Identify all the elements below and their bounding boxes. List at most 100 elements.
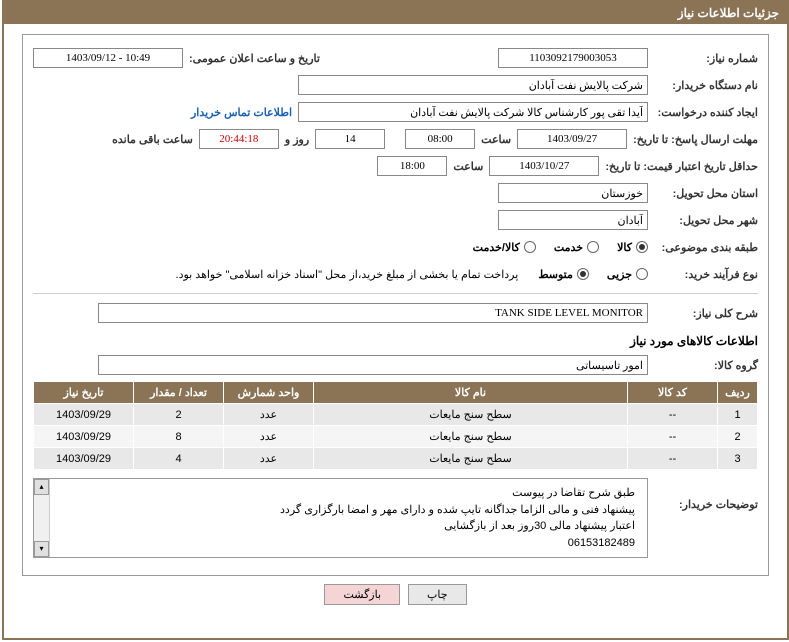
radio-goods[interactable]: کالا xyxy=(617,241,648,254)
form-box: شماره نیاز: تاریخ و ساعت اعلان عمومی: نا… xyxy=(22,34,769,576)
contact-link[interactable]: اطلاعات تماس خریدار xyxy=(191,106,298,119)
table-cell: 2 xyxy=(718,426,758,448)
table-cell: 1403/09/29 xyxy=(34,426,134,448)
content-area: AriaTender .net شماره نیاز: تاریخ و ساعت… xyxy=(4,24,787,615)
th-code: کد کالا xyxy=(628,382,718,404)
table-cell: -- xyxy=(628,404,718,426)
radio-dot-icon xyxy=(577,268,589,280)
goods-table: ردیف کد کالا نام کالا واحد شمارش تعداد /… xyxy=(33,381,758,470)
panel-header: جزئیات اطلاعات نیاز xyxy=(4,2,787,24)
row-province: استان محل تحویل: xyxy=(33,182,758,204)
buyer-org-input[interactable] xyxy=(298,75,648,95)
scroll-up-icon[interactable]: ▴ xyxy=(34,479,49,495)
scroll-track[interactable] xyxy=(34,495,49,541)
city-input[interactable] xyxy=(498,210,648,230)
table-cell: عدد xyxy=(224,426,314,448)
time-label-2: ساعت xyxy=(447,160,489,173)
radio-dot-icon xyxy=(636,241,648,253)
table-cell: 3 xyxy=(718,448,758,470)
radio-medium[interactable]: متوسط xyxy=(538,268,589,281)
table-cell: سطح سنج مایعات xyxy=(314,426,628,448)
row-goods-group: گروه کالا: xyxy=(33,354,758,376)
goods-group-input[interactable] xyxy=(98,355,648,375)
radio-dot-icon xyxy=(524,241,536,253)
validity-label: حداقل تاریخ اعتبار قیمت: تا تاریخ: xyxy=(599,160,758,173)
days-label: روز و xyxy=(279,133,315,146)
main-frame: جزئیات اطلاعات نیاز AriaTender .net شمار… xyxy=(2,0,789,640)
validity-time-input[interactable] xyxy=(377,156,447,176)
purchase-type-label: نوع فرآیند خرید: xyxy=(648,268,758,281)
province-input[interactable] xyxy=(498,183,648,203)
table-cell: 8 xyxy=(134,426,224,448)
th-date: تاریخ نیاز xyxy=(34,382,134,404)
time-label-1: ساعت xyxy=(475,133,517,146)
th-row: ردیف xyxy=(718,382,758,404)
scroll-down-icon[interactable]: ▾ xyxy=(34,541,49,557)
radio-dot-icon xyxy=(636,268,648,280)
table-row: 3--سطح سنج مایعاتعدد41403/09/29 xyxy=(34,448,758,470)
desc-input[interactable] xyxy=(98,303,648,323)
table-header-row: ردیف کد کالا نام کالا واحد شمارش تعداد /… xyxy=(34,382,758,404)
row-deadline: مهلت ارسال پاسخ: تا تاریخ: ساعت روز و سا… xyxy=(33,128,758,150)
announce-input[interactable] xyxy=(33,48,183,68)
need-no-label: شماره نیاز: xyxy=(648,52,758,65)
radio-goods-service[interactable]: کالا/خدمت xyxy=(473,241,536,254)
need-no-input[interactable] xyxy=(498,48,648,68)
deadline-label: مهلت ارسال پاسخ: تا تاریخ: xyxy=(627,133,758,146)
table-cell: -- xyxy=(628,426,718,448)
row-purchase-type: نوع فرآیند خرید: جزیی متوسط پرداخت تمام … xyxy=(33,263,758,285)
purchase-type-radio-group: جزیی متوسط xyxy=(538,268,648,281)
note-line: اعتبار پیشنهاد مالی 30روز بعد از بازگشای… xyxy=(60,518,635,535)
row-notes: توضیحات خریدار: ▴ ▾ طبق شرح تقاضا در پیو… xyxy=(33,478,758,558)
table-cell: -- xyxy=(628,448,718,470)
radio-service[interactable]: خدمت xyxy=(554,241,599,254)
goods-section-title: اطلاعات کالاهای مورد نیاز xyxy=(33,334,758,348)
table-cell: سطح سنج مایعات xyxy=(314,448,628,470)
print-button[interactable]: چاپ xyxy=(408,584,467,605)
table-cell: عدد xyxy=(224,448,314,470)
row-category: طبقه بندی موضوعی: کالا خدمت کالا/خدمت xyxy=(33,236,758,258)
category-radio-group: کالا خدمت کالا/خدمت xyxy=(473,241,648,254)
goods-group-label: گروه کالا: xyxy=(648,359,758,372)
button-row: چاپ بازگشت xyxy=(22,584,769,605)
table-cell: عدد xyxy=(224,404,314,426)
deadline-time-input[interactable] xyxy=(405,129,475,149)
row-requester: ایجاد کننده درخواست: اطلاعات تماس خریدار xyxy=(33,101,758,123)
table-cell: سطح سنج مایعات xyxy=(314,404,628,426)
table-row: 1--سطح سنج مایعاتعدد21403/09/29 xyxy=(34,404,758,426)
payment-note: پرداخت تمام یا بخشی از مبلغ خرید،از محل … xyxy=(176,268,519,281)
city-label: شهر محل تحویل: xyxy=(648,214,758,227)
note-line: 06153182489 xyxy=(60,535,635,552)
radio-small[interactable]: جزیی xyxy=(607,268,648,281)
days-input[interactable] xyxy=(315,129,385,149)
desc-label: شرح کلی نیاز: xyxy=(648,307,758,320)
requester-label: ایجاد کننده درخواست: xyxy=(648,106,758,119)
th-unit: واحد شمارش xyxy=(224,382,314,404)
th-name: نام کالا xyxy=(314,382,628,404)
validity-date-input[interactable] xyxy=(489,156,599,176)
radio-dot-icon xyxy=(587,241,599,253)
buyer-org-label: نام دستگاه خریدار: xyxy=(648,79,758,92)
panel-title: جزئیات اطلاعات نیاز xyxy=(678,6,779,20)
countdown-input xyxy=(199,129,279,149)
table-cell: 4 xyxy=(134,448,224,470)
th-qty: تعداد / مقدار xyxy=(134,382,224,404)
row-validity: حداقل تاریخ اعتبار قیمت: تا تاریخ: ساعت xyxy=(33,155,758,177)
notes-textarea[interactable]: ▴ ▾ طبق شرح تقاضا در پیوست پیشنهاد فنی و… xyxy=(33,478,648,558)
table-row: 2--سطح سنج مایعاتعدد81403/09/29 xyxy=(34,426,758,448)
note-line: پیشنهاد فنی و مالی الزاما جداگانه تایپ ش… xyxy=(60,502,635,519)
row-buyer-org: نام دستگاه خریدار: xyxy=(33,74,758,96)
table-cell: 1403/09/29 xyxy=(34,404,134,426)
category-label: طبقه بندی موضوعی: xyxy=(648,241,758,254)
remaining-label: ساعت باقی مانده xyxy=(106,133,199,146)
table-cell: 1403/09/29 xyxy=(34,448,134,470)
notes-label: توضیحات خریدار: xyxy=(648,478,758,511)
row-city: شهر محل تحویل: xyxy=(33,209,758,231)
requester-input[interactable] xyxy=(298,102,648,122)
back-button[interactable]: بازگشت xyxy=(324,584,400,605)
table-cell: 1 xyxy=(718,404,758,426)
province-label: استان محل تحویل: xyxy=(648,187,758,200)
scrollbar[interactable]: ▴ ▾ xyxy=(34,479,50,557)
deadline-date-input[interactable] xyxy=(517,129,627,149)
row-description: شرح کلی نیاز: xyxy=(33,302,758,324)
